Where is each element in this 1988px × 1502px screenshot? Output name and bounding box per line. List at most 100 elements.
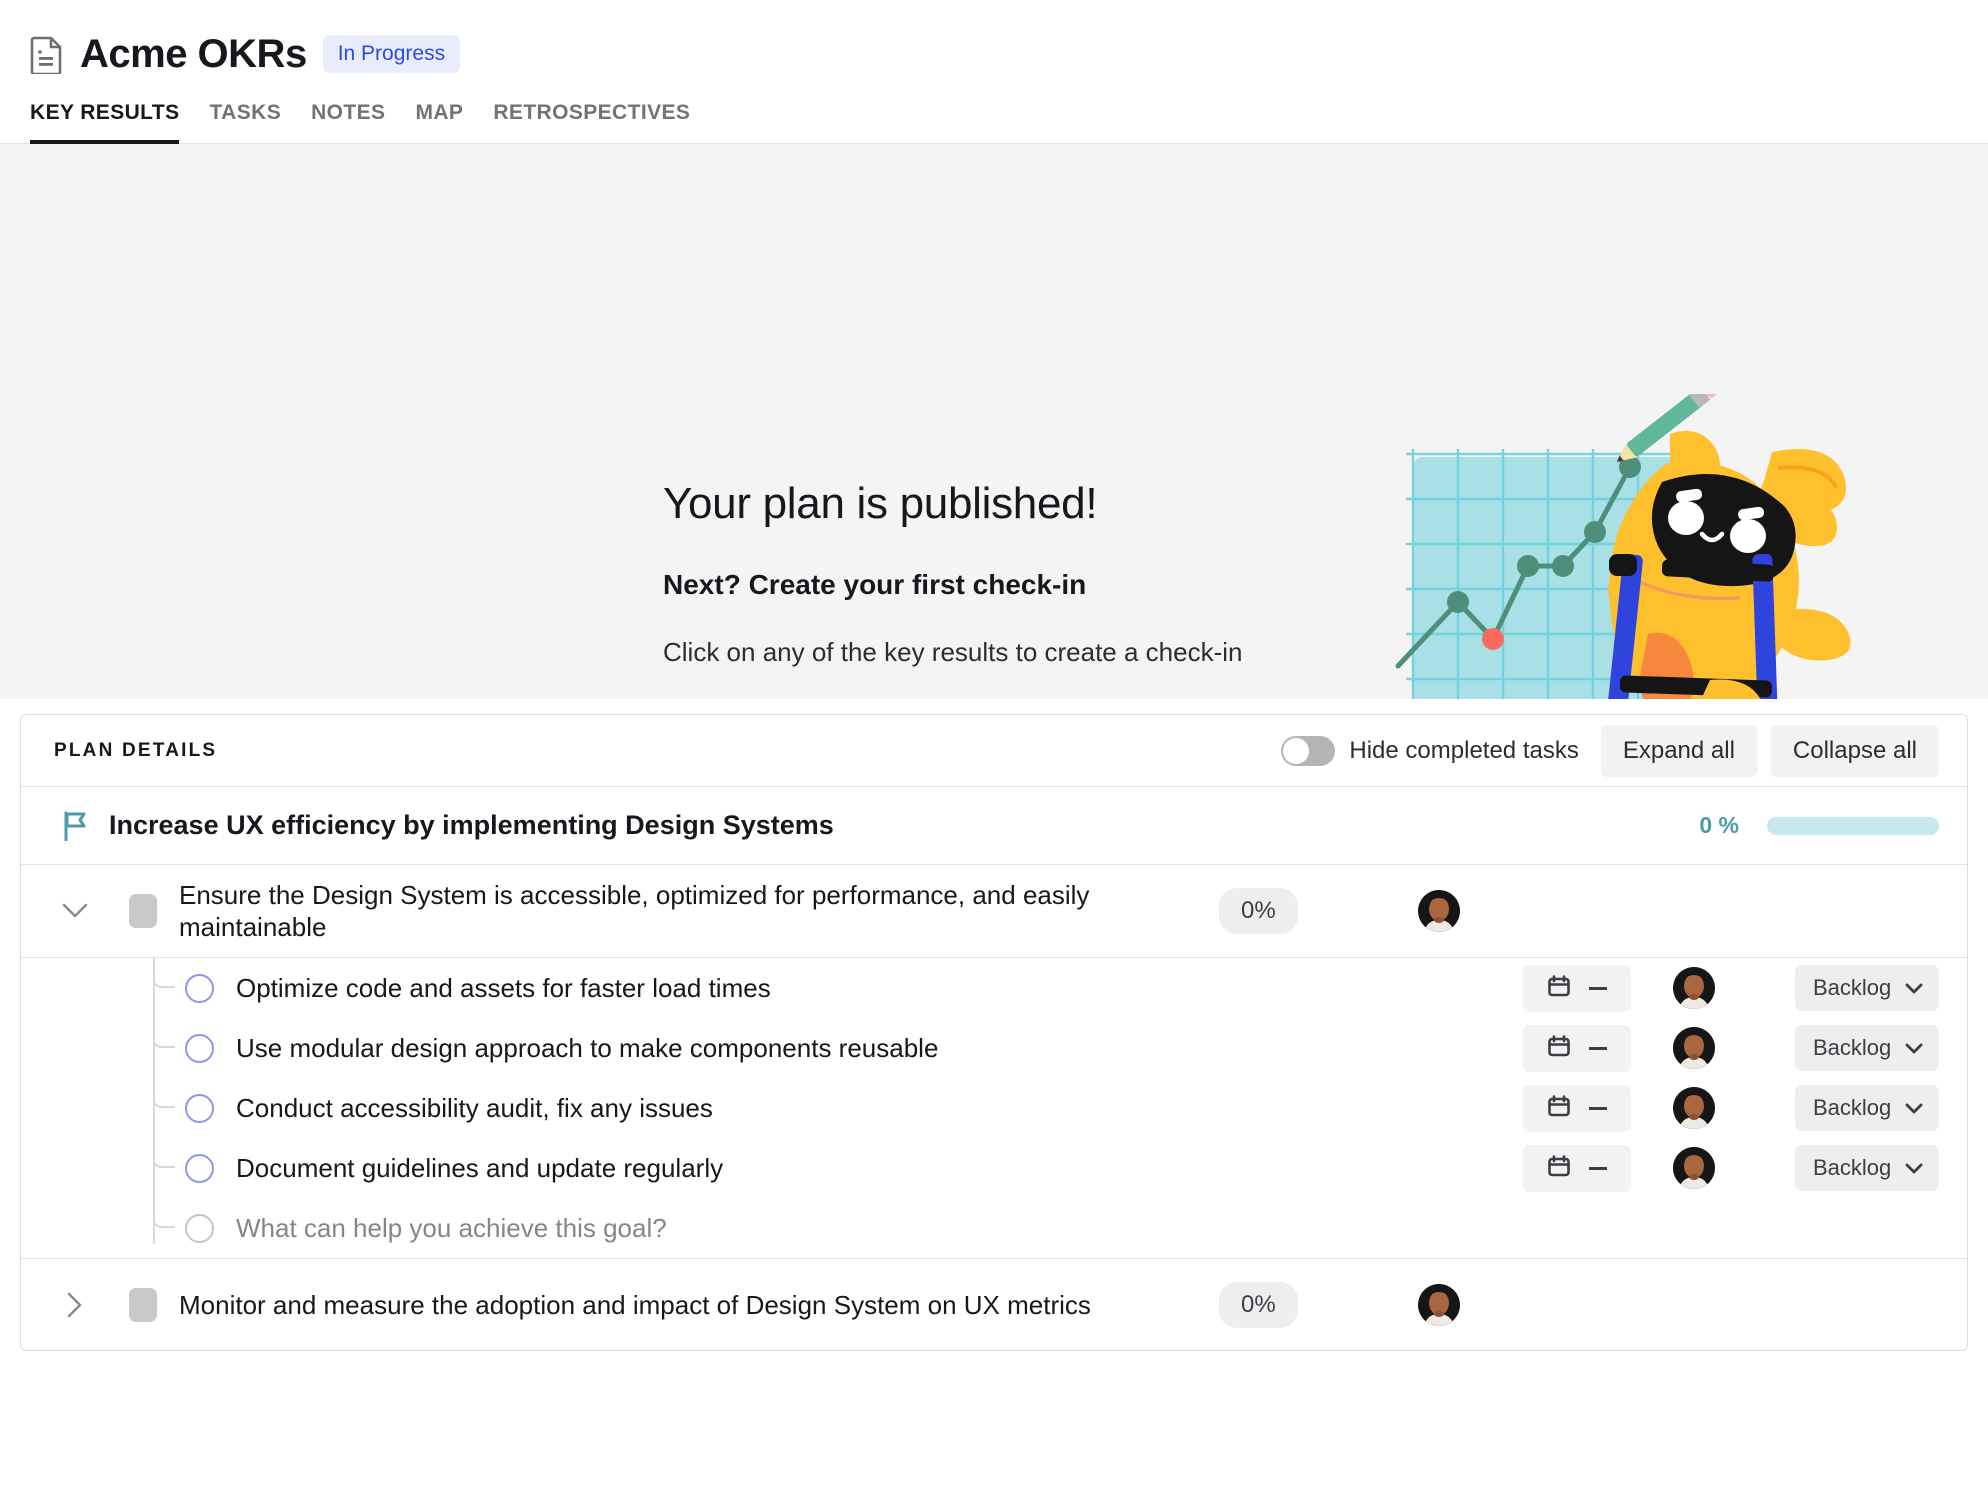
tab-notes[interactable]: NOTES: [311, 101, 385, 143]
task-indent: [21, 1018, 185, 1078]
task-assignee-cell: [1673, 1147, 1795, 1190]
task-due-date-value: [1589, 986, 1607, 990]
objective-title: Increase UX efficiency by implementing D…: [109, 810, 834, 840]
tree-elbow: [153, 976, 175, 989]
key-result-progress-pill: 0%: [1219, 888, 1298, 935]
task-checkbox[interactable]: [185, 1153, 214, 1183]
task-checkbox[interactable]: [185, 1093, 214, 1123]
key-result-title: Ensure the Design System is accessible, …: [179, 880, 1090, 943]
task-due-date-value: [1589, 1166, 1607, 1170]
calendar-icon: [1547, 1034, 1571, 1063]
task-due-date-chip[interactable]: [1523, 1144, 1631, 1192]
chevron-down-icon: [1905, 1155, 1923, 1181]
task-due-date-chip[interactable]: [1523, 964, 1631, 1012]
key-result-row[interactable]: Ensure the Design System is accessible, …: [21, 865, 1967, 959]
task-status-value: Backlog: [1813, 1095, 1892, 1121]
plan-details-header: PLAN DETAILS Hide completed tasks Expand…: [21, 715, 1967, 787]
task-label: Conduct accessibility audit, fix any iss…: [236, 1092, 713, 1123]
task-indent: [21, 1078, 185, 1138]
key-result-color-swatch: [129, 1287, 157, 1322]
task-due-date-chip[interactable]: [1523, 1024, 1631, 1072]
tree-elbow: [153, 1096, 175, 1109]
toggle-knob: [1283, 737, 1310, 764]
avatar[interactable]: [1673, 1027, 1715, 1070]
task-assignee-cell: [1673, 967, 1795, 1010]
page-header: Acme OKRs In Progress: [0, 0, 1988, 82]
task-assignee-cell: [1673, 1087, 1795, 1130]
document-icon: [30, 36, 64, 76]
avatar[interactable]: [1417, 1283, 1460, 1326]
task-status-select[interactable]: Backlog: [1795, 965, 1939, 1012]
avatar[interactable]: [1673, 1087, 1715, 1130]
hero-subtitle: Next? Create your first check-in: [663, 569, 1087, 600]
expand-all-button[interactable]: Expand all: [1600, 724, 1757, 777]
chevron-down-icon: [1905, 1035, 1923, 1061]
task-row[interactable]: Optimize code and assets for faster load…: [21, 958, 1967, 1018]
task-indent: [21, 1198, 185, 1258]
key-result-row[interactable]: Monitor and measure the adoption and imp…: [21, 1258, 1967, 1350]
objective-row[interactable]: Increase UX efficiency by implementing D…: [21, 787, 1967, 865]
task-status-select[interactable]: Backlog: [1795, 1085, 1939, 1132]
task-label: Document guidelines and update regularly: [236, 1152, 724, 1183]
flag-icon: [63, 811, 89, 841]
chevron-down-icon[interactable]: [21, 903, 129, 919]
task-label: Optimize code and assets for faster load…: [236, 972, 771, 1003]
task-label: Use modular design approach to make comp…: [236, 1032, 939, 1063]
status-badge[interactable]: In Progress: [322, 35, 461, 73]
task-due-date-value: [1589, 1106, 1607, 1110]
task-checkbox[interactable]: [185, 1213, 214, 1243]
tree-elbow: [153, 1036, 175, 1049]
new-task-placeholder[interactable]: What can help you achieve this goal?: [236, 1213, 1939, 1244]
task-assignee-cell: [1673, 1027, 1795, 1070]
avatar[interactable]: [1673, 967, 1715, 1010]
tab-bar: KEY RESULTS TASKS NOTES MAP RETROSPECTIV…: [0, 82, 1988, 145]
hero-description: Click on any of the key results to creat…: [663, 637, 1243, 667]
key-result-title: Monitor and measure the adoption and imp…: [179, 1289, 1091, 1320]
objective-progress-label: 0 %: [1699, 812, 1739, 838]
avatar[interactable]: [1417, 890, 1460, 933]
task-checkbox[interactable]: [185, 973, 214, 1003]
tab-tasks[interactable]: TASKS: [209, 101, 281, 143]
task-row[interactable]: Conduct accessibility audit, fix any iss…: [21, 1078, 1967, 1138]
hero-text-block: Your plan is published! Next? Create you…: [663, 479, 1363, 668]
tab-map[interactable]: MAP: [415, 101, 463, 143]
key-result-color-swatch: [129, 894, 157, 929]
chevron-right-icon[interactable]: [21, 1292, 129, 1318]
task-row[interactable]: Use modular design approach to make comp…: [21, 1018, 1967, 1078]
plan-details-card: PLAN DETAILS Hide completed tasks Expand…: [20, 714, 1968, 1352]
hero-banner: Your plan is published! Next? Create you…: [0, 144, 1988, 699]
task-list: Optimize code and assets for faster load…: [21, 958, 1967, 1258]
task-indent: [21, 958, 185, 1018]
calendar-icon: [1547, 974, 1571, 1003]
plan-details-label: PLAN DETAILS: [54, 739, 218, 761]
chevron-down-icon: [1905, 975, 1923, 1001]
task-row[interactable]: Document guidelines and update regularly: [21, 1138, 1967, 1198]
task-row-new[interactable]: What can help you achieve this goal?: [21, 1198, 1967, 1258]
hero-title: Your plan is published!: [663, 479, 1098, 528]
tab-key-results[interactable]: KEY RESULTS: [30, 101, 180, 145]
task-status-value: Backlog: [1813, 1035, 1892, 1061]
key-result-progress-pill: 0%: [1219, 1281, 1298, 1328]
task-status-select[interactable]: Backlog: [1795, 1145, 1939, 1192]
task-status-value: Backlog: [1813, 975, 1892, 1001]
task-status-value: Backlog: [1813, 1155, 1892, 1181]
chevron-down-icon: [1905, 1095, 1923, 1121]
title-row: Acme OKRs In Progress: [30, 26, 1988, 82]
task-status-select[interactable]: Backlog: [1795, 1025, 1939, 1072]
collapse-all-button[interactable]: Collapse all: [1770, 724, 1939, 777]
task-due-date-value: [1589, 1046, 1607, 1050]
objective-progress-bar: [1767, 816, 1939, 835]
tree-elbow: [153, 1156, 175, 1169]
hide-completed-tasks-label: Hide completed tasks: [1349, 736, 1579, 764]
avatar[interactable]: [1673, 1147, 1715, 1190]
task-checkbox[interactable]: [185, 1033, 214, 1063]
hide-completed-tasks-toggle[interactable]: [1281, 735, 1336, 766]
task-indent: [21, 1138, 185, 1198]
calendar-icon: [1547, 1094, 1571, 1123]
task-due-date-chip[interactable]: [1523, 1084, 1631, 1132]
tree-elbow: [153, 1216, 175, 1229]
page-title: Acme OKRs: [80, 31, 307, 76]
tab-retrospectives[interactable]: RETROSPECTIVES: [493, 101, 690, 143]
calendar-icon: [1547, 1154, 1571, 1183]
mascot-drawing-chart-illustration: [1380, 380, 1860, 699]
